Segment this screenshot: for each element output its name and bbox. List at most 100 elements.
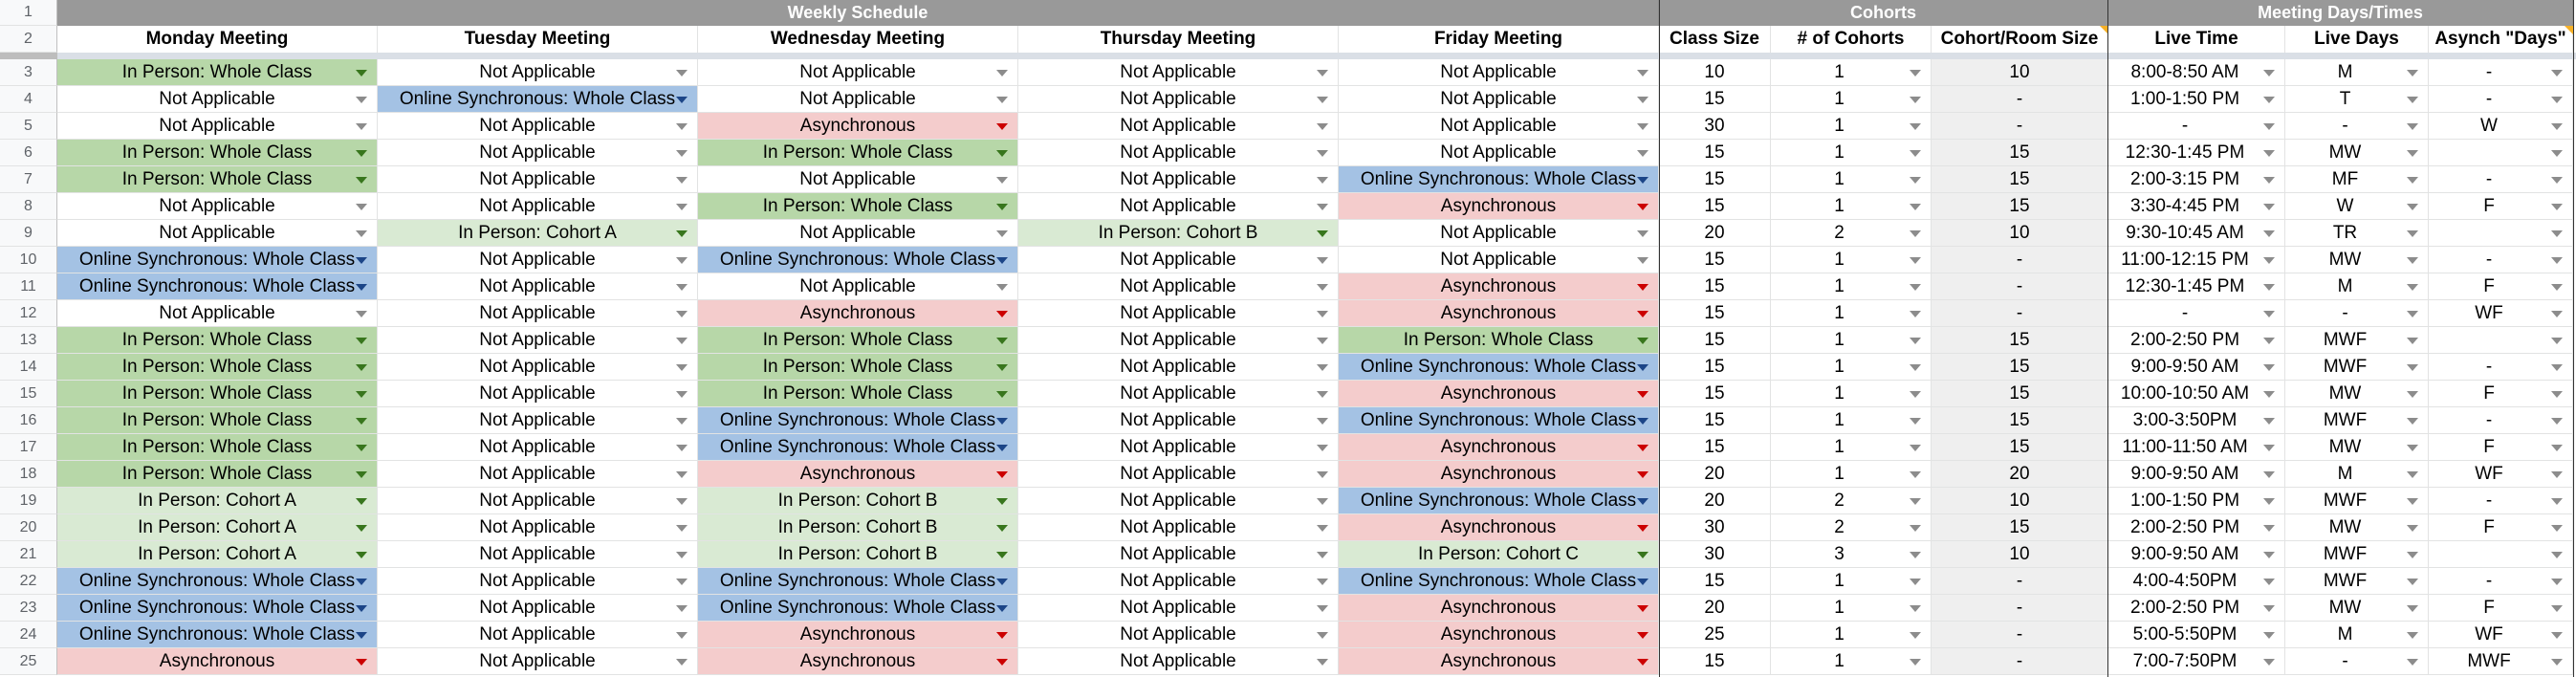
class-size-cell[interactable]: 15 [1659, 434, 1771, 461]
class-size-cell[interactable]: 20 [1659, 220, 1771, 247]
live-time-dropdown[interactable]: 5:00-5:50PM [2108, 622, 2285, 648]
tuesday-meeting-dropdown[interactable]: Online Synchronous: Whole Class [378, 86, 698, 113]
asynch-days-dropdown[interactable]: WF [2429, 622, 2573, 648]
tuesday-meeting-dropdown[interactable]: Not Applicable [378, 300, 698, 327]
row-number-7[interactable]: 7 [0, 166, 57, 193]
live-time-dropdown[interactable]: - [2108, 300, 2285, 327]
cohort-room-size-cell[interactable]: - [1932, 113, 2108, 140]
wednesday-meeting-dropdown[interactable]: Asynchronous [698, 461, 1018, 488]
dropdown-arrow-icon[interactable] [1317, 470, 1328, 478]
cohort-room-size-cell[interactable]: 10 [1932, 488, 2108, 514]
cohort-room-size-cell[interactable]: - [1932, 595, 2108, 622]
dropdown-arrow-icon[interactable] [996, 337, 1008, 344]
wednesday-meeting-dropdown[interactable]: Online Synchronous: Whole Class [698, 434, 1018, 461]
dropdown-arrow-icon[interactable] [676, 417, 688, 425]
wednesday-meeting-dropdown[interactable]: In Person: Whole Class [698, 354, 1018, 381]
dropdown-arrow-icon[interactable] [356, 417, 367, 425]
live-days-dropdown[interactable]: M [2285, 59, 2429, 86]
live-time-dropdown[interactable]: 7:00-7:50PM [2108, 648, 2285, 675]
class-size-cell[interactable]: 15 [1659, 381, 1771, 407]
monday-meeting-dropdown[interactable]: In Person: Cohort A [57, 514, 378, 541]
cohort-room-size-cell[interactable]: 10 [1932, 220, 2108, 247]
friday-meeting-dropdown[interactable]: Asynchronous [1339, 622, 1659, 648]
monday-meeting-dropdown[interactable]: Not Applicable [57, 86, 378, 113]
num-cohorts-dropdown[interactable]: 1 [1771, 622, 1932, 648]
wednesday-meeting-dropdown[interactable]: In Person: Whole Class [698, 327, 1018, 354]
dropdown-arrow-icon[interactable] [676, 229, 688, 237]
dropdown-arrow-icon[interactable] [1910, 631, 1921, 639]
cohort-room-size-cell[interactable]: - [1932, 648, 2108, 675]
thursday-meeting-dropdown[interactable]: Not Applicable [1018, 59, 1339, 86]
class-size-cell[interactable]: 15 [1659, 140, 1771, 166]
dropdown-arrow-icon[interactable] [2263, 337, 2275, 344]
dropdown-arrow-icon[interactable] [1637, 203, 1648, 210]
dropdown-arrow-icon[interactable] [676, 96, 688, 103]
dropdown-arrow-icon[interactable] [676, 149, 688, 157]
dropdown-arrow-icon[interactable] [1637, 470, 1648, 478]
dropdown-arrow-icon[interactable] [2551, 337, 2563, 344]
dropdown-arrow-icon[interactable] [2263, 203, 2275, 210]
dropdown-arrow-icon[interactable] [2263, 122, 2275, 130]
dropdown-arrow-icon[interactable] [676, 444, 688, 451]
group-header-meeting-days-times[interactable]: Meeting Days/Times [2108, 0, 2573, 26]
dropdown-arrow-icon[interactable] [2407, 604, 2418, 612]
class-size-cell[interactable]: 30 [1659, 113, 1771, 140]
wednesday-meeting-dropdown[interactable]: In Person: Cohort B [698, 541, 1018, 568]
dropdown-arrow-icon[interactable] [996, 631, 1008, 639]
tuesday-meeting-dropdown[interactable]: Not Applicable [378, 113, 698, 140]
dropdown-arrow-icon[interactable] [1910, 176, 1921, 184]
dropdown-arrow-icon[interactable] [2551, 551, 2563, 558]
monday-meeting-dropdown[interactable]: In Person: Cohort A [57, 488, 378, 514]
dropdown-arrow-icon[interactable] [2263, 658, 2275, 666]
class-size-cell[interactable]: 15 [1659, 354, 1771, 381]
wednesday-meeting-dropdown[interactable]: Asynchronous [698, 648, 1018, 675]
dropdown-arrow-icon[interactable] [2263, 417, 2275, 425]
tuesday-meeting-dropdown[interactable]: Not Applicable [378, 648, 698, 675]
cohort-room-size-cell[interactable]: 15 [1932, 327, 2108, 354]
column-header-tuesday[interactable]: Tuesday Meeting [378, 26, 698, 53]
class-size-cell[interactable]: 15 [1659, 247, 1771, 273]
friday-meeting-dropdown[interactable]: Not Applicable [1339, 113, 1659, 140]
dropdown-arrow-icon[interactable] [2263, 444, 2275, 451]
dropdown-arrow-icon[interactable] [676, 69, 688, 76]
friday-meeting-dropdown[interactable]: In Person: Cohort C [1339, 541, 1659, 568]
dropdown-arrow-icon[interactable] [1317, 497, 1328, 505]
class-size-cell[interactable]: 15 [1659, 407, 1771, 434]
live-time-dropdown[interactable]: 10:00-10:50 AM [2108, 381, 2285, 407]
row-number-10[interactable]: 10 [0, 247, 57, 273]
row-number-4[interactable]: 4 [0, 86, 57, 113]
live-time-dropdown[interactable]: 9:00-9:50 AM [2108, 461, 2285, 488]
tuesday-meeting-dropdown[interactable]: Not Applicable [378, 193, 698, 220]
tuesday-meeting-dropdown[interactable]: In Person: Cohort A [378, 220, 698, 247]
friday-meeting-dropdown[interactable]: Not Applicable [1339, 220, 1659, 247]
dropdown-arrow-icon[interactable] [356, 497, 367, 505]
num-cohorts-dropdown[interactable]: 1 [1771, 595, 1932, 622]
asynch-days-dropdown[interactable] [2429, 140, 2573, 166]
dropdown-arrow-icon[interactable] [2407, 96, 2418, 103]
live-time-dropdown[interactable]: 1:00-1:50 PM [2108, 488, 2285, 514]
live-time-dropdown[interactable]: - [2108, 113, 2285, 140]
wednesday-meeting-dropdown[interactable]: Not Applicable [698, 86, 1018, 113]
dropdown-arrow-icon[interactable] [1317, 96, 1328, 103]
wednesday-meeting-dropdown[interactable]: In Person: Whole Class [698, 193, 1018, 220]
cohort-room-size-cell[interactable]: 15 [1932, 381, 2108, 407]
wednesday-meeting-dropdown[interactable]: Online Synchronous: Whole Class [698, 568, 1018, 595]
monday-meeting-dropdown[interactable]: In Person: Whole Class [57, 59, 378, 86]
dropdown-arrow-icon[interactable] [676, 631, 688, 639]
monday-meeting-dropdown[interactable]: Online Synchronous: Whole Class [57, 568, 378, 595]
wednesday-meeting-dropdown[interactable]: Not Applicable [698, 59, 1018, 86]
tuesday-meeting-dropdown[interactable]: Not Applicable [378, 381, 698, 407]
dropdown-arrow-icon[interactable] [2551, 631, 2563, 639]
dropdown-arrow-icon[interactable] [676, 363, 688, 371]
live-time-dropdown[interactable]: 2:00-2:50 PM [2108, 514, 2285, 541]
dropdown-arrow-icon[interactable] [1637, 96, 1648, 103]
live-days-dropdown[interactable]: - [2285, 300, 2429, 327]
class-size-cell[interactable]: 30 [1659, 541, 1771, 568]
dropdown-arrow-icon[interactable] [356, 283, 367, 291]
monday-meeting-dropdown[interactable]: In Person: Whole Class [57, 327, 378, 354]
tuesday-meeting-dropdown[interactable]: Not Applicable [378, 59, 698, 86]
monday-meeting-dropdown[interactable]: In Person: Whole Class [57, 434, 378, 461]
dropdown-arrow-icon[interactable] [676, 256, 688, 264]
dropdown-arrow-icon[interactable] [1317, 256, 1328, 264]
row-number-23[interactable]: 23 [0, 595, 57, 622]
